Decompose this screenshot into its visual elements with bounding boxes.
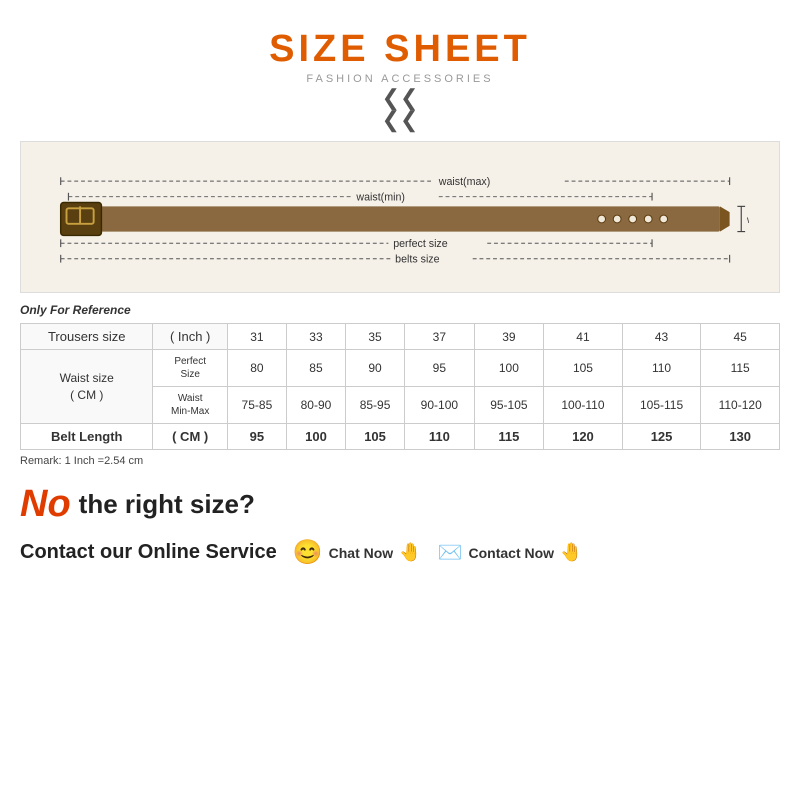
no-size-section: No the right size? Contact our Online Se… (20, 483, 780, 567)
right-size-text: the right size? (79, 489, 255, 520)
page-subtitle: FASHION ACCESSORIES (306, 73, 493, 85)
only-ref-label: Only For Reference (20, 303, 780, 317)
inch-header: ( Inch ) (153, 324, 227, 350)
chevron-icon: ❮❮❮❮ (382, 87, 419, 131)
perfect-95: 95 (405, 350, 475, 387)
hand-icon-contact: 🤚 (560, 542, 582, 563)
hand-icon-chat: 🤚 (399, 542, 421, 563)
col-35: 35 (346, 324, 405, 350)
mail-icon: ✉️ (438, 540, 463, 565)
svg-text:perfect size: perfect size (393, 238, 448, 250)
waist-95-105: 95-105 (474, 387, 544, 424)
perfect-size-label: PerfectSize (153, 350, 227, 387)
perfect-80: 80 (227, 350, 286, 387)
belt-95: 95 (227, 424, 286, 450)
trousers-size-header: Trousers size (21, 324, 153, 350)
col-41: 41 (544, 324, 623, 350)
belt-length-header: Belt Length (21, 424, 153, 450)
belt-130: 130 (701, 424, 780, 450)
svg-text:belts size: belts size (395, 254, 439, 266)
page-title: SIZE SHEET (269, 28, 531, 71)
contact-now-label: Contact Now (469, 545, 555, 561)
col-31: 31 (227, 324, 286, 350)
chat-icon: 😊 (293, 538, 323, 567)
col-33: 33 (286, 324, 345, 350)
belt-115: 115 (474, 424, 544, 450)
perfect-110: 110 (622, 350, 701, 387)
waist-80-90: 80-90 (286, 387, 345, 424)
chat-now-button[interactable]: 😊 Chat Now 🤚 (293, 538, 422, 567)
chat-now-label: Chat Now (329, 545, 394, 561)
size-table: Trousers size ( Inch ) 31 33 35 37 39 41… (20, 323, 780, 450)
belt-120: 120 (544, 424, 623, 450)
belt-110: 110 (405, 424, 475, 450)
perfect-115: 115 (701, 350, 780, 387)
perfect-90: 90 (346, 350, 405, 387)
belt-diagram: waist(max) waist(min) (51, 158, 749, 278)
waist-minmax-label: WaistMin-Max (153, 387, 227, 424)
waist-90-100: 90-100 (405, 387, 475, 424)
col-43: 43 (622, 324, 701, 350)
contact-now-button[interactable]: ✉️ Contact Now 🤚 (438, 540, 583, 565)
belt-diagram-section: waist(max) waist(min) (20, 141, 780, 293)
svg-text:waist(max): waist(max) (438, 176, 491, 188)
waist-75-85: 75-85 (227, 387, 286, 424)
waist-85-95: 85-95 (346, 387, 405, 424)
perfect-100: 100 (474, 350, 544, 387)
belt-cm-label: ( CM ) (153, 424, 227, 450)
remark-text: Remark: 1 Inch =2.54 cm (20, 455, 780, 467)
col-39: 39 (474, 324, 544, 350)
waist-100-110: 100-110 (544, 387, 623, 424)
waist-size-header: Waist size( CM ) (21, 350, 153, 424)
belt-105: 105 (346, 424, 405, 450)
svg-text:waist(min): waist(min) (355, 192, 405, 204)
waist-110-120: 110-120 (701, 387, 780, 424)
col-37: 37 (405, 324, 475, 350)
contact-label: Contact our Online Service (20, 541, 277, 564)
belt-svg: waist(max) waist(min) (51, 158, 749, 278)
perfect-105: 105 (544, 350, 623, 387)
belt-100: 100 (286, 424, 345, 450)
col-45: 45 (701, 324, 780, 350)
no-text: No (20, 483, 71, 526)
svg-text:width: width (746, 215, 749, 226)
perfect-85: 85 (286, 350, 345, 387)
size-table-section: Only For Reference Trousers size ( Inch … (20, 303, 780, 467)
belt-125: 125 (622, 424, 701, 450)
waist-105-115: 105-115 (622, 387, 701, 424)
